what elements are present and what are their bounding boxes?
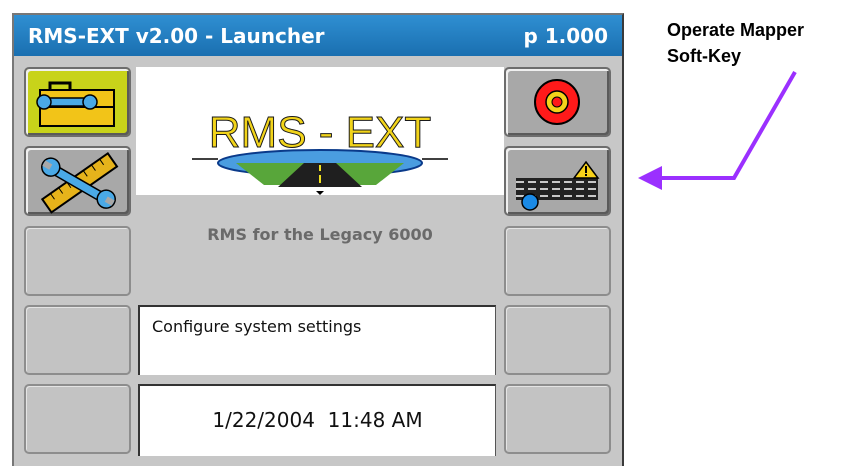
logo-wordmark: RMS - EXT bbox=[209, 108, 431, 157]
annotation-line-1: Operate Mapper bbox=[667, 20, 805, 40]
soft-key-left-5[interactable] bbox=[24, 384, 131, 454]
rms-ext-logo: RMS - EXT bbox=[136, 67, 504, 195]
wrench-ruler-icon bbox=[40, 151, 119, 214]
toolbox-wrench-icon bbox=[36, 81, 115, 127]
app-title: RMS-EXT v2.00 - Launcher bbox=[28, 23, 325, 48]
soft-key-right-1[interactable] bbox=[504, 67, 611, 137]
soft-key-right-3[interactable] bbox=[504, 226, 611, 296]
soft-key-right-4[interactable] bbox=[504, 305, 611, 375]
status-message: Configure system settings bbox=[152, 317, 362, 336]
date-text: 1/22/2004 bbox=[212, 408, 315, 432]
time-text: 11:48 AM bbox=[327, 408, 423, 432]
mapper-road-warning-icon bbox=[516, 160, 600, 211]
soft-key-left-3[interactable] bbox=[24, 226, 131, 296]
soft-key-left-4[interactable] bbox=[24, 305, 131, 375]
status-message-box: Configure system settings bbox=[138, 305, 496, 375]
title-bar: RMS-EXT v2.00 - Launcher p 1.000 bbox=[14, 15, 622, 56]
date-time-display: 1/22/2004 11:48 AM bbox=[140, 408, 495, 432]
page-indicator: p 1.000 bbox=[523, 23, 608, 48]
soft-key-left-1[interactable] bbox=[24, 67, 131, 137]
product-subtitle: RMS for the Legacy 6000 bbox=[207, 225, 433, 244]
soft-key-left-2[interactable] bbox=[24, 146, 131, 216]
stop-target-icon bbox=[534, 79, 580, 125]
clock-box: 1/22/2004 11:48 AM bbox=[138, 384, 496, 456]
operate-mapper-soft-key[interactable] bbox=[504, 146, 611, 216]
rms-launcher-screen: RMS-EXT v2.00 - Launcher p 1.000 RMS - E… bbox=[12, 13, 624, 466]
soft-key-right-5[interactable] bbox=[504, 384, 611, 454]
annotation-arrow bbox=[638, 71, 797, 190]
